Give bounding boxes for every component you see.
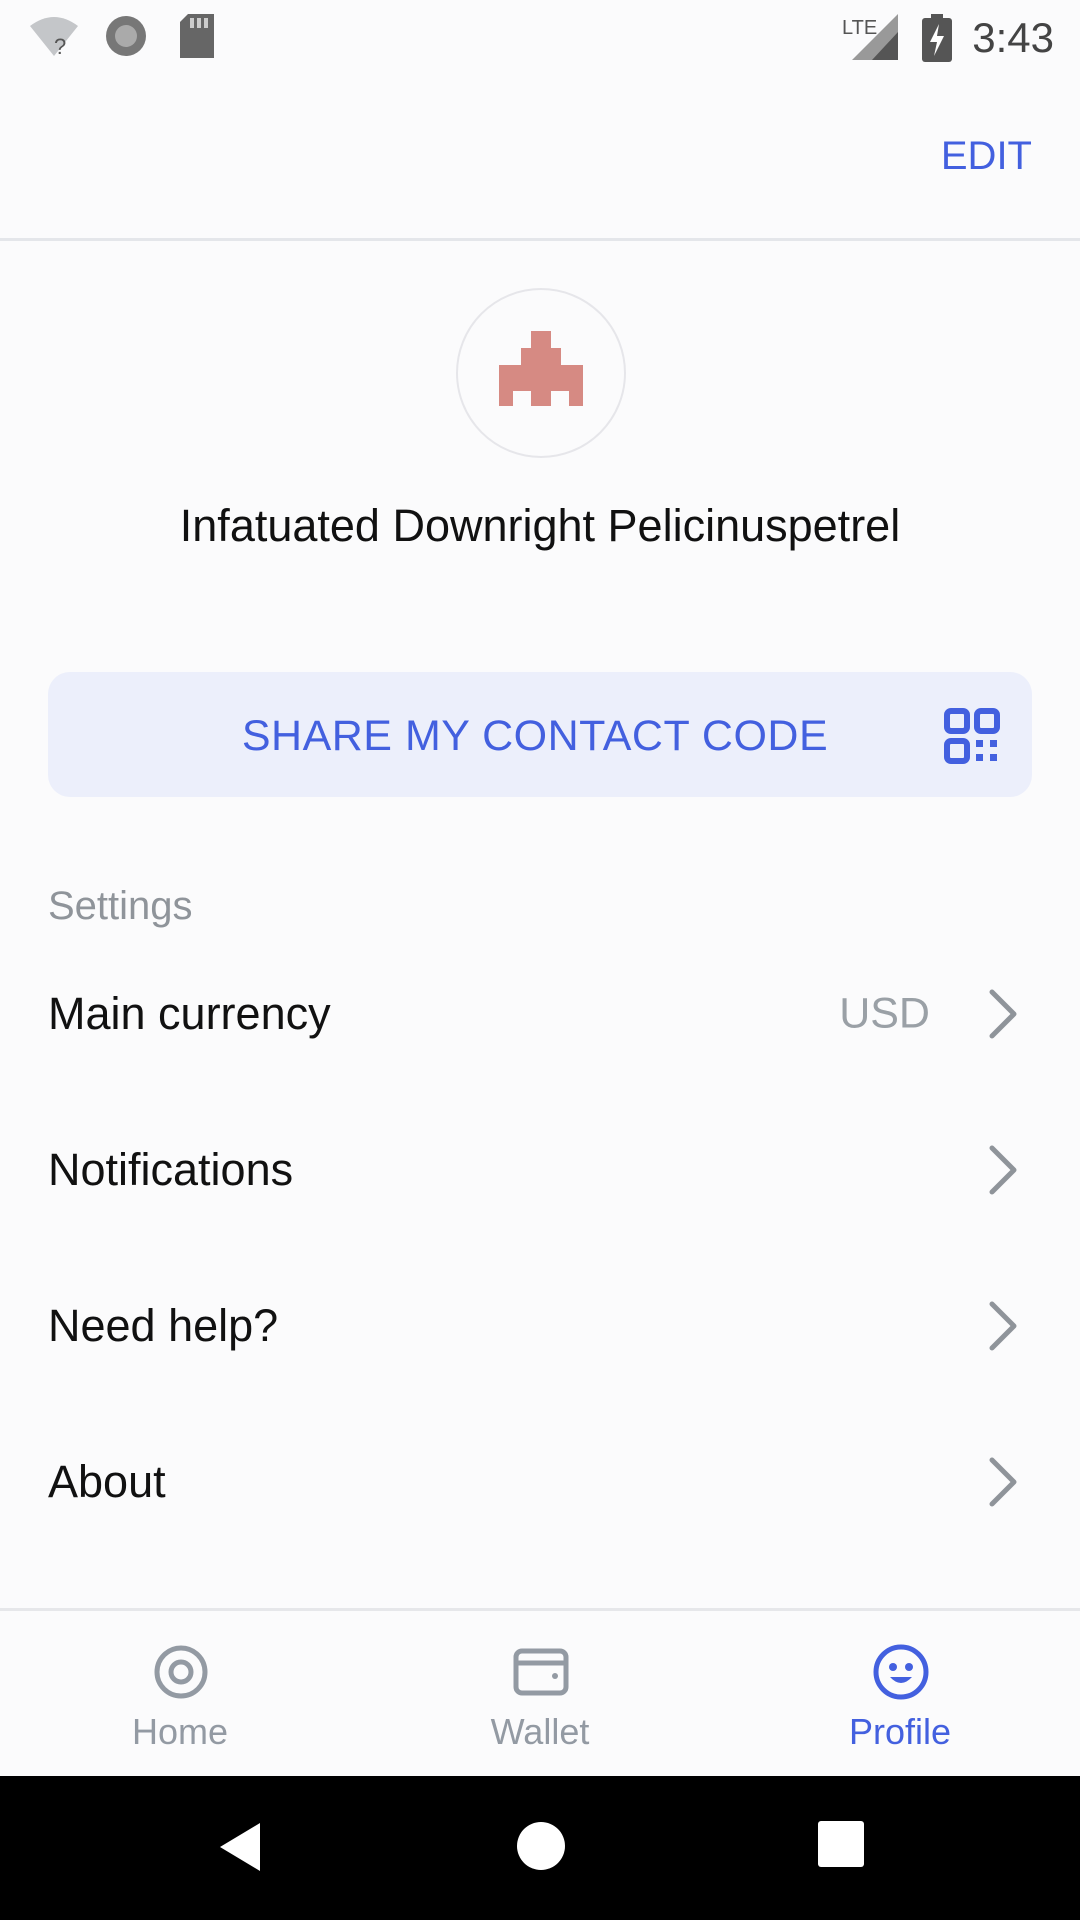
settings-item-need-help[interactable]: Need help? xyxy=(0,1248,1080,1404)
back-icon[interactable] xyxy=(216,1821,264,1873)
home-icon xyxy=(154,1645,208,1699)
sd-card-icon xyxy=(180,14,214,58)
svg-text:?: ? xyxy=(54,34,66,58)
settings-section-title: Settings xyxy=(48,884,193,928)
settings-item-notifications[interactable]: Notifications xyxy=(0,1092,1080,1248)
nav-tab-label: Profile xyxy=(848,1711,952,1752)
chevron-right-icon xyxy=(989,1301,1017,1351)
wifi-unknown-icon: ? xyxy=(30,17,78,58)
nav-tab-label: Home xyxy=(131,1711,229,1752)
settings-item-main-currency[interactable]: Main currency USD xyxy=(0,936,1080,1092)
chevron-right-icon xyxy=(989,989,1017,1039)
lte-signal-icon: LTE xyxy=(842,14,898,60)
profile-smiley-icon xyxy=(873,1644,929,1700)
profile-display-name: Infatuated Downright Pelicinuspetrel xyxy=(179,500,901,551)
bottom-nav: Home Wallet Profile xyxy=(0,1611,1080,1776)
settings-item-about[interactable]: About xyxy=(0,1404,1080,1560)
settings-item-label: About xyxy=(48,1456,166,1507)
share-contact-code-label: SHARE MY CONTACT CODE xyxy=(241,712,829,760)
chevron-right-icon xyxy=(989,1145,1017,1195)
wallet-icon xyxy=(513,1648,569,1696)
settings-item-value: USD xyxy=(839,989,930,1038)
home-circle-icon[interactable] xyxy=(516,1821,566,1871)
share-contact-code-button[interactable]: SHARE MY CONTACT CODE xyxy=(48,672,1032,797)
nav-tab-home[interactable]: Home xyxy=(0,1611,360,1776)
status-bar: ? LTE 3:43 xyxy=(0,0,1080,78)
record-icon xyxy=(106,16,146,56)
settings-item-label: Main currency xyxy=(48,988,331,1039)
svg-text:LTE: LTE xyxy=(842,17,877,39)
nav-tab-wallet[interactable]: Wallet xyxy=(360,1611,720,1776)
header-divider xyxy=(0,238,1080,241)
battery-charging-icon xyxy=(922,14,952,62)
status-time: 3:43 xyxy=(972,14,1054,61)
settings-item-label: Notifications xyxy=(48,1144,294,1195)
edit-button[interactable]: EDIT xyxy=(941,134,1032,179)
system-nav-bar xyxy=(0,1776,1080,1920)
identicon-avatar xyxy=(499,331,583,406)
chevron-right-icon xyxy=(989,1457,1017,1507)
nav-tab-label: Wallet xyxy=(490,1711,590,1752)
avatar xyxy=(456,288,626,458)
recents-square-icon[interactable] xyxy=(818,1821,864,1867)
settings-item-label: Need help? xyxy=(48,1300,279,1351)
qr-code-icon xyxy=(944,708,1000,764)
nav-tab-profile[interactable]: Profile xyxy=(720,1611,1080,1776)
